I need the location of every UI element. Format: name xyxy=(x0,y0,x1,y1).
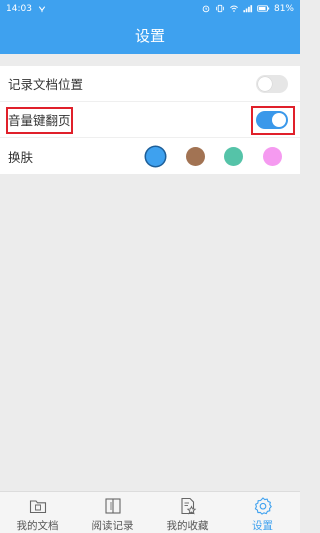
notification-icon xyxy=(38,6,46,13)
setting-volume-key-label: 音量键翻页 xyxy=(8,113,71,128)
tab-my-documents[interactable]: 我的文档 xyxy=(0,492,75,533)
tab-favorites-label: 我的收藏 xyxy=(166,520,209,532)
setting-skin-label: 换肤 xyxy=(8,149,34,165)
setting-volume-key[interactable]: 音量键翻页 xyxy=(0,102,300,138)
tab-my-documents-label: 我的文档 xyxy=(16,520,59,532)
status-bar-right: 81% xyxy=(201,4,294,14)
skin-swatch-pink[interactable] xyxy=(263,147,282,166)
gear-icon xyxy=(254,497,272,515)
book-icon xyxy=(104,498,121,514)
alarm-icon xyxy=(202,5,210,13)
tab-settings-label: 设置 xyxy=(252,520,273,532)
bottom-tab-bar: 我的文档 阅读记录 我的收藏 设置 xyxy=(0,491,300,533)
setting-skin: 换肤 xyxy=(0,138,300,174)
wifi-icon xyxy=(230,5,238,12)
tab-reading-history-label: 阅读记录 xyxy=(91,520,134,532)
battery-percent: 81% xyxy=(273,3,294,14)
star-document-icon xyxy=(180,497,196,515)
status-time: 14:03 xyxy=(6,3,32,14)
status-bar-left: 14:03 xyxy=(6,4,47,14)
vibrate-icon xyxy=(216,4,224,13)
volume-key-toggle[interactable] xyxy=(256,111,288,129)
signal-icon xyxy=(243,5,253,13)
tab-favorites[interactable]: 我的收藏 xyxy=(150,492,225,533)
skin-swatch-brown[interactable] xyxy=(186,147,205,166)
skin-swatch-teal[interactable] xyxy=(224,147,243,166)
page-title: 设置 xyxy=(134,27,165,45)
tab-reading-history[interactable]: 阅读记录 xyxy=(75,492,150,533)
tab-settings[interactable]: 设置 xyxy=(225,492,300,533)
battery-icon xyxy=(257,5,270,12)
toggle-knob xyxy=(272,113,286,127)
folder-icon xyxy=(29,500,46,514)
title-bar: 设置 xyxy=(0,17,300,54)
settings-list: 记录文档位置 音量键翻页 换肤 xyxy=(0,66,300,174)
toggle-knob xyxy=(258,77,272,91)
app: 14:03 81% 设置 记录文档位置 音量键翻页 换肤 我的文档 阅读记录 我… xyxy=(0,0,300,533)
record-position-toggle[interactable] xyxy=(256,75,288,93)
setting-record-position-label: 记录文档位置 xyxy=(8,77,84,92)
status-bar: 14:03 81% xyxy=(0,0,300,17)
skin-swatch-blue[interactable] xyxy=(146,147,165,166)
setting-record-position[interactable]: 记录文档位置 xyxy=(0,66,300,102)
